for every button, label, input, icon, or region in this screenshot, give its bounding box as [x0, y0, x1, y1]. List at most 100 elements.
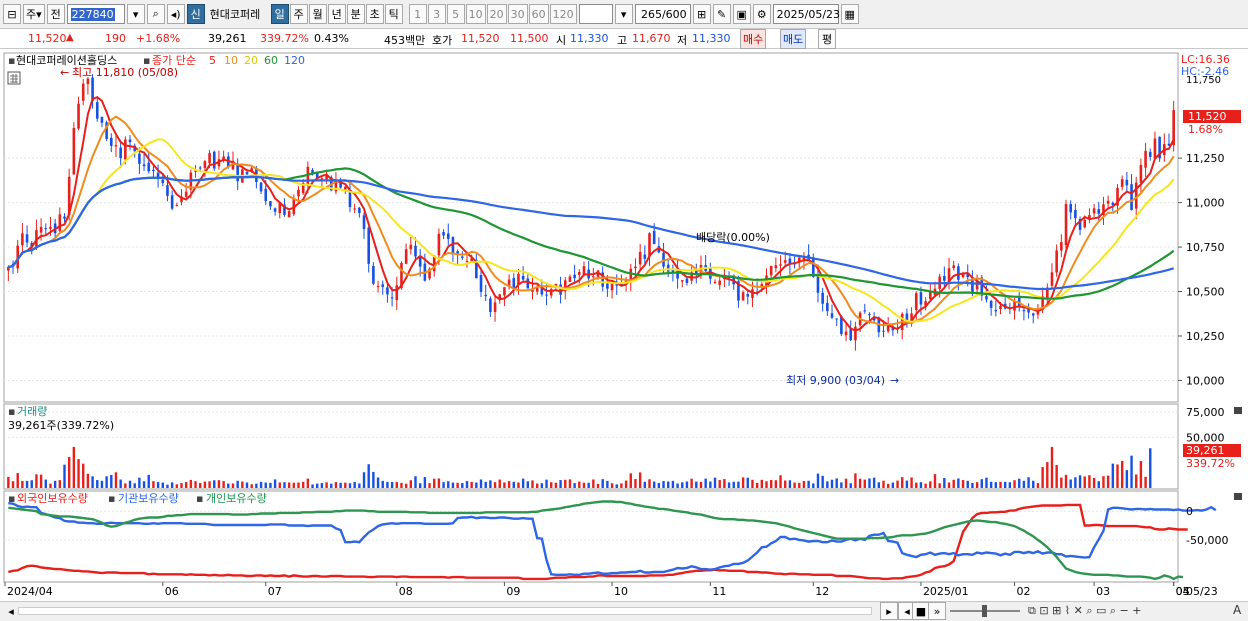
speaker-icon[interactable]: ◂) [166, 4, 185, 24]
scroll-right-icon[interactable]: ▸ [880, 602, 898, 620]
inst-legend-bullet: ▪ [108, 492, 115, 505]
prev-button[interactable]: 전 [46, 4, 65, 24]
volume-bar-40 [194, 481, 197, 488]
interval-dropdown-icon[interactable]: ▾ [614, 4, 633, 24]
volume-bar-151 [713, 477, 717, 488]
window-menu-icon[interactable]: ⊟ [3, 4, 21, 24]
volume-bar-226 [1064, 474, 1068, 488]
period-button-3[interactable]: 년 [327, 4, 346, 24]
code-dropdown-icon[interactable]: ▾ [126, 4, 145, 24]
candle-body-232 [1092, 208, 1096, 214]
candle-body-115 [545, 294, 548, 296]
volume-bar-126 [596, 483, 600, 488]
candle-body-60 [287, 211, 291, 218]
volume-bar-220 [1036, 483, 1040, 488]
chart-settings-icon[interactable]: ⊞ [692, 4, 711, 24]
top-clipped-tick: 11,750 [1186, 75, 1221, 86]
volume-bar-109 [517, 482, 520, 488]
volume-bar-223 [1050, 446, 1054, 488]
fast-forward-icon[interactable]: » [928, 602, 946, 620]
volume-bar-78 [372, 471, 375, 488]
volume-bar-114 [540, 483, 544, 488]
tools-icons[interactable]: ⧉ ⊡ ⊞ ⌇ ✕ ⌕ ▭ ⌕ − + [1028, 604, 1142, 618]
zoom-slider-thumb[interactable] [982, 605, 987, 617]
interval-button-60[interactable]: 60 [528, 4, 549, 24]
volume-bar-191 [901, 477, 904, 488]
volume-bar-28 [138, 477, 141, 488]
volume-bar-169 [798, 482, 801, 488]
period-button-0[interactable]: 일 [270, 4, 289, 24]
volume-bar-163 [769, 480, 773, 488]
gear-icon[interactable]: ⚙ [752, 4, 771, 24]
candle-body-104 [493, 302, 497, 312]
candle-body-195 [919, 292, 923, 305]
volume-bar-207 [975, 482, 979, 488]
volume-bar-54 [259, 481, 263, 488]
volume-tick-label-0: 50,000 [1186, 431, 1225, 444]
interval-button-30[interactable]: 30 [507, 4, 528, 24]
volume-bar-64 [306, 478, 310, 488]
draw-tool-icon[interactable]: ✎ [712, 4, 731, 24]
candle-body-217 [1022, 310, 1026, 312]
volume-bar-47 [227, 483, 230, 488]
volume-bar-121 [573, 483, 576, 488]
candle-body-245 [1153, 138, 1157, 159]
x-end-label: 05/23 [1186, 585, 1218, 598]
eval-button[interactable]: 평 [818, 29, 836, 49]
price-tick-label-3: 10,750 [1186, 241, 1225, 254]
count-input[interactable]: 265/600 [634, 4, 691, 24]
period-button-1[interactable]: 주 [289, 4, 308, 24]
volume-bar-219 [1032, 480, 1035, 488]
text-tool-icon[interactable]: A [1233, 603, 1241, 617]
volume-bar-175 [826, 481, 829, 488]
volume-bar-8 [44, 479, 47, 488]
volume-bar-56 [269, 482, 272, 488]
interval-button-10[interactable]: 10 [465, 4, 486, 24]
interval-button-3[interactable]: 3 [427, 4, 446, 24]
search-icon[interactable]: ⌕ [146, 4, 165, 24]
volume-bar-39 [189, 479, 193, 488]
volume-bar-240 [1130, 455, 1133, 488]
volume-bar-232 [1092, 477, 1096, 488]
buy-button[interactable]: 매수 [740, 29, 767, 49]
turnover-rate: 0.43% [314, 32, 349, 45]
market-select[interactable]: 주 ▾ [23, 4, 45, 24]
volume-bar-71 [339, 482, 342, 488]
period-button-6[interactable]: 틱 [384, 4, 403, 24]
candle-body-141 [666, 264, 670, 272]
interval-button-5[interactable]: 5 [446, 4, 465, 24]
volume-bar-233 [1097, 481, 1100, 488]
candle-body-125 [592, 276, 595, 278]
volume-bar-79 [376, 477, 380, 488]
volume-pane-close-icon[interactable] [1234, 407, 1242, 414]
volume-bar-215 [1013, 480, 1016, 488]
candle-body-26 [128, 139, 132, 143]
stock-code-input[interactable]: 227840 [66, 4, 125, 24]
last-volume-tag-text: 39,261 [1186, 444, 1225, 457]
period-button-5[interactable]: 초 [365, 4, 384, 24]
horizontal-scrollbar[interactable] [18, 607, 872, 615]
interval-input[interactable] [578, 4, 613, 24]
volume-bar-111 [526, 481, 530, 488]
candle-body-16 [81, 83, 85, 101]
candle-body-54 [259, 182, 263, 192]
save-icon[interactable]: ▣ [732, 4, 751, 24]
volume-bar-166 [784, 480, 787, 488]
period-button-2[interactable]: 월 [308, 4, 327, 24]
calendar-icon[interactable]: ▦ [840, 4, 859, 24]
period-button-4[interactable]: 분 [346, 4, 365, 24]
date-input[interactable]: 2025/05/23 [772, 4, 840, 24]
investor-pane-close-icon[interactable] [1234, 493, 1242, 500]
chart-area[interactable]: 10,000 10,250 10,500 10,750 11,000 11,250 50,0… [0, 50, 1248, 601]
interval-button-120[interactable]: 120 [549, 4, 577, 24]
candle-body-230 [1083, 219, 1087, 228]
candle-body-152 [718, 280, 721, 285]
volume-bar-193 [910, 477, 913, 488]
sell-button[interactable]: 매도 [780, 29, 807, 49]
candle-body-43 [208, 153, 211, 164]
interval-button-20[interactable]: 20 [486, 4, 507, 24]
interval-button-1[interactable]: 1 [408, 4, 427, 24]
new-button[interactable]: 신 [186, 4, 205, 24]
candle-body-12 [63, 216, 66, 219]
volume-bar-144 [681, 482, 684, 488]
